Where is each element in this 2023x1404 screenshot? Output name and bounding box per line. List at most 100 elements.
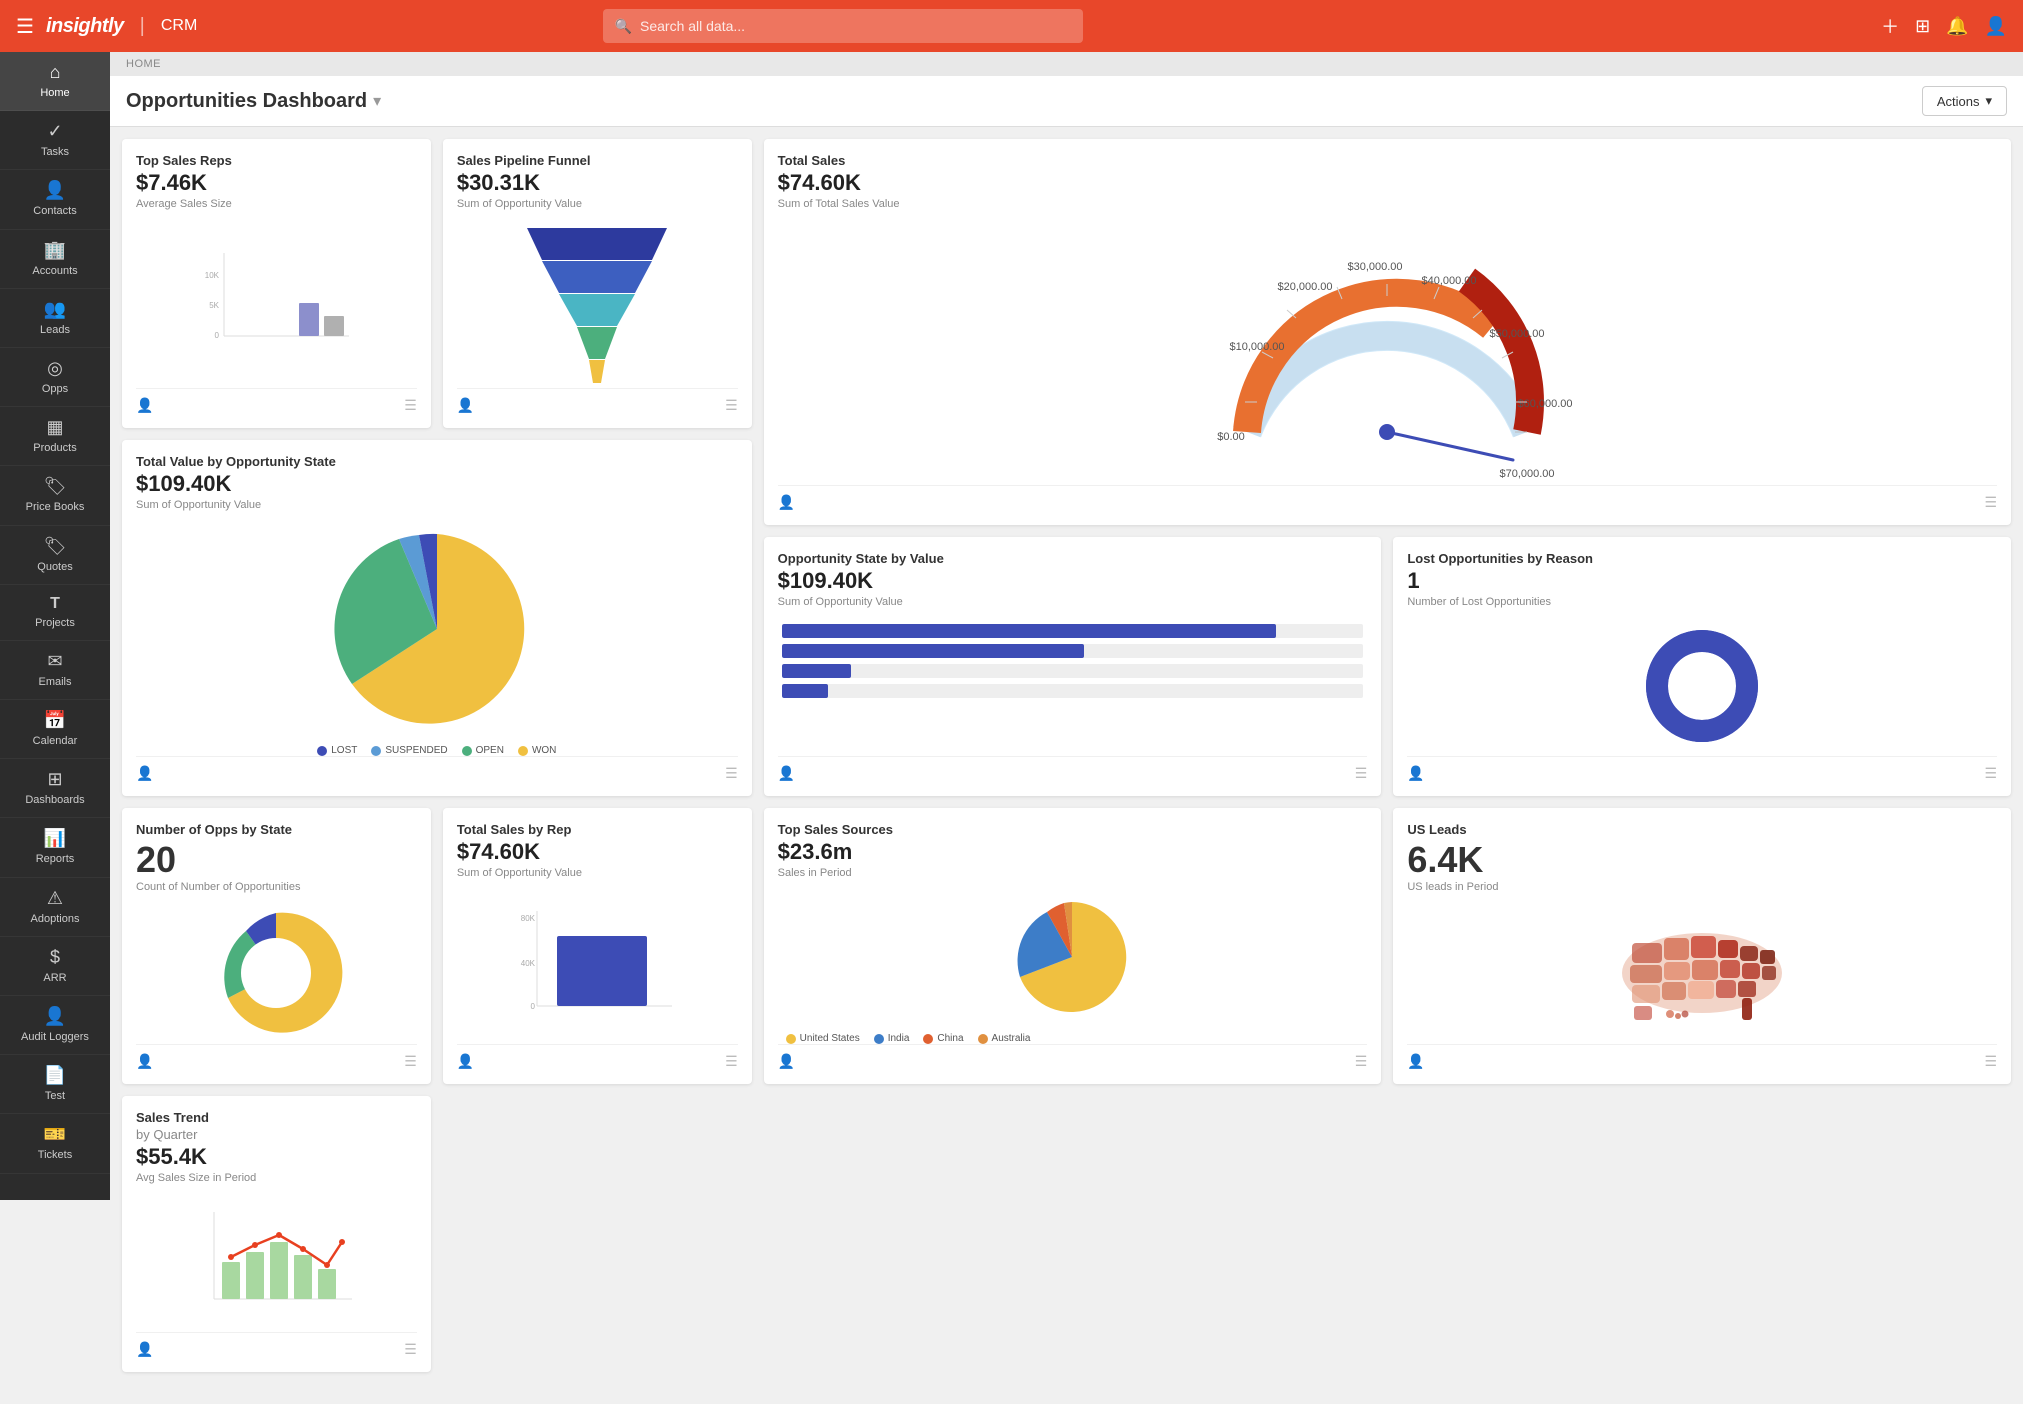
gauge-svg: $0.00 $10,000.00 $20,000.00 $30,000.00 $… [1197,222,1577,482]
sidebar-item-dashboards[interactable]: ⊞ Dashboards [0,759,110,818]
card-title: Lost Opportunities by Reason [1407,551,1997,566]
card-sales-trend: Sales Trend by Quarter $55.4K Avg Sales … [122,1096,431,1372]
bar-track [782,644,1364,658]
sidebar-item-label: Price Books [26,501,85,514]
card-subtitle: Sum of Opportunity Value [457,198,738,210]
sidebar-item-tasks[interactable]: ✓ Tasks [0,111,110,170]
svg-text:40K: 40K [521,959,536,968]
card-opp-state-value: Opportunity State by Value $109.40K Sum … [764,537,1382,796]
card-footer: 👤 ☰ [457,1044,738,1070]
sidebar-item-calendar[interactable]: 📅 Calendar [0,700,110,759]
search-placeholder: Search all data... [640,18,745,34]
sidebar-item-label: Tasks [41,146,69,159]
title-dropdown-arrow[interactable]: ▾ [373,91,381,111]
sidebar-item-emails[interactable]: ✉ Emails [0,641,110,700]
sidebar-item-accounts[interactable]: 🏢 Accounts [0,230,110,289]
card-title: Total Sales by Rep [457,822,738,837]
search-bar[interactable]: 🔍 Search all data... [603,9,1083,43]
card-subtitle: Avg Sales Size in Period [136,1172,417,1184]
card-subtitle-line1: by Quarter [136,1127,417,1142]
sidebar-item-adoptions[interactable]: ⚠ Adoptions [0,878,110,937]
sidebar-item-contacts[interactable]: 👤 Contacts [0,170,110,229]
card-footer: 👤 ☰ [136,1332,417,1358]
list-icon: ☰ [725,397,738,414]
tickets-icon: 🎫 [44,1124,66,1145]
products-icon: ▦ [46,417,63,438]
card-footer: 👤 ☰ [778,485,1997,511]
pie-legend: LOST SUSPENDED OPEN WON [136,745,738,756]
svg-text:$60,000.00: $60,000.00 [1518,398,1573,410]
card-total-sales-rep: Total Sales by Rep $74.60K Sum of Opport… [443,808,752,1084]
legend-dot [462,746,472,756]
svg-text:$70,000.00: $70,000.00 [1500,468,1555,480]
list-icon: ☰ [1355,765,1368,782]
sidebar-item-tickets[interactable]: 🎫 Tickets [0,1114,110,1173]
card-value: $7.46K [136,170,417,196]
pie-chart-sources [778,887,1368,1027]
bar-fill [782,624,1276,638]
sidebar-item-reports[interactable]: 📊 Reports [0,818,110,877]
sidebar-item-arr[interactable]: $ ARR [0,937,110,996]
bar-track [782,624,1364,638]
main-content: HOME Opportunities Dashboard ▾ Actions ▾… [110,52,2023,1404]
sidebar-item-products[interactable]: ▦ Products [0,407,110,466]
page-header: Opportunities Dashboard ▾ Actions ▾ [110,76,2023,127]
legend-item-us: United States [786,1033,860,1044]
user-icon[interactable]: 👤 [1985,16,2007,37]
legend-item-lost: LOST [317,745,357,756]
list-icon: ☰ [1984,1053,1997,1070]
hamburger-icon[interactable]: ☰ [16,14,34,39]
actions-label: Actions [1937,94,1980,109]
svg-text:$50,000.00: $50,000.00 [1490,328,1545,340]
sidebar-item-audit[interactable]: 👤 Audit Loggers [0,996,110,1055]
tasks-icon: ✓ [47,121,62,142]
legend-dot [786,1034,796,1044]
app-logo: insightly [46,15,124,38]
legend-item-china: China [923,1033,963,1044]
horizontal-bar-chart [778,624,1368,698]
card-title: Top Sales Reps [136,153,417,168]
actions-button[interactable]: Actions ▾ [1922,86,2007,116]
sidebar-item-leads[interactable]: 👥 Leads [0,289,110,348]
sidebar-item-quotes[interactable]: 🏷 Quotes [0,526,110,585]
dashboard-grid: Top Sales Reps $7.46K Average Sales Size… [110,127,2023,1384]
card-num-opps-state: Number of Opps by State 20 Count of Numb… [122,808,431,1084]
dashboards-icon: ⊞ [47,769,62,790]
sidebar: ⌂ Home ✓ Tasks 👤 Contacts 🏢 Accounts 👥 L… [0,52,110,1200]
list-icon: ☰ [725,1053,738,1070]
sidebar-item-projects[interactable]: T Projects [0,585,110,641]
bar-row [782,684,1364,698]
sidebar-item-test[interactable]: 📄 Test [0,1055,110,1114]
pie-svg [307,519,567,739]
sources-legend: United States India China Australia [778,1033,1368,1044]
card-subtitle: Number of Lost Opportunities [1407,596,1997,608]
legend-item-open: OPEN [462,745,504,756]
pie-sources-svg [1002,897,1142,1017]
sidebar-item-price-books[interactable]: 🏷 Price Books [0,466,110,525]
bar-fill [782,684,829,698]
bar-track [782,664,1364,678]
donut-svg [1642,626,1762,746]
sidebar-item-label: Reports [36,853,75,866]
sidebar-item-opps[interactable]: ◎ Opps [0,348,110,407]
us-map [1407,901,1997,1044]
search-icon: 🔍 [615,18,632,35]
gauge-chart: $0.00 $10,000.00 $20,000.00 $30,000.00 $… [778,218,1997,485]
card-subtitle: Sum of Opportunity Value [778,596,1368,608]
add-icon[interactable]: ＋ [1881,13,1899,39]
sidebar-item-home[interactable]: ⌂ Home [0,52,110,111]
us-map-svg [1612,918,1792,1028]
home-icon: ⌂ [50,62,61,83]
bell-icon[interactable]: 🔔 [1946,16,1968,37]
legend-item-india: India [874,1033,910,1044]
card-subtitle: Average Sales Size [136,198,417,210]
card-value-large: 6.4K [1407,839,1997,881]
card-subtitle: US leads in Period [1407,881,1997,893]
card-top-sales-sources: Top Sales Sources $23.6m Sales in Period… [764,808,1382,1084]
card-footer: 👤 ☰ [1407,756,1997,782]
funnel-chart [457,218,738,388]
sidebar-item-label: Products [33,442,76,455]
legend-dot [317,746,327,756]
card-title: Opportunity State by Value [778,551,1368,566]
grid-icon[interactable]: ⊞ [1915,16,1930,37]
